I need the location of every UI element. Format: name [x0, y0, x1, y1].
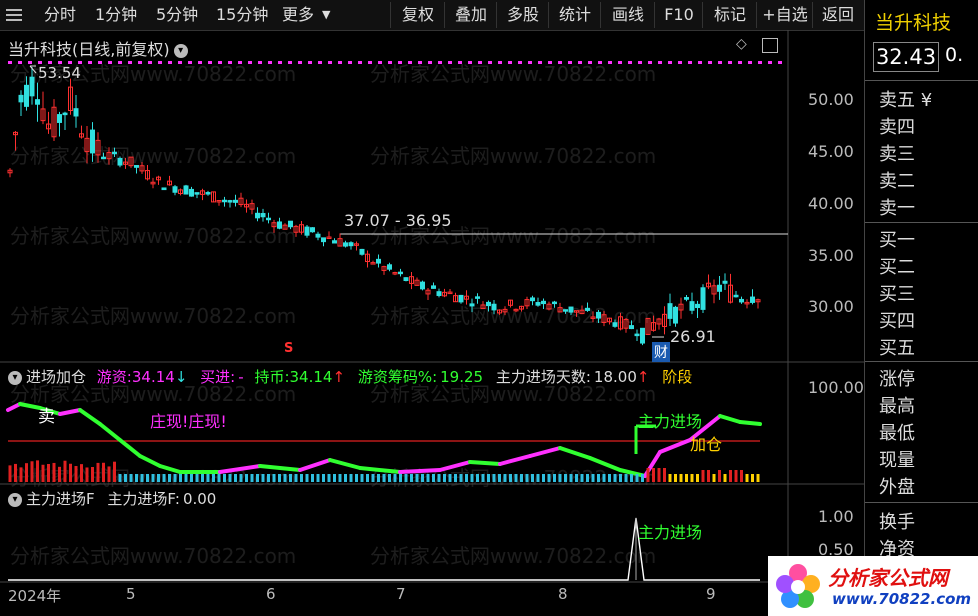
window-toggle-icon[interactable]	[762, 38, 778, 53]
indicator2-header: ▾ 主力进场F 主力进场F: 0.00	[8, 488, 216, 509]
x-label-2024: 2024年	[8, 587, 62, 605]
x-label-5: 5	[126, 585, 136, 603]
logo-url: www.70822.com	[832, 590, 972, 608]
stage-label: 阶段	[662, 368, 693, 386]
low-label: 最低	[879, 423, 915, 444]
high-price-label: 53.54	[38, 64, 81, 82]
turnover-label: 换手	[879, 512, 915, 533]
jiacang-text: 加仓	[690, 435, 723, 454]
sell4-label: 卖四	[879, 117, 915, 138]
x-label-8: 8	[558, 585, 568, 603]
down-arrow-icon: ↓	[174, 368, 188, 386]
up-arrow-icon: ↑	[636, 368, 650, 386]
divider	[865, 361, 978, 362]
divider	[865, 222, 978, 223]
x-label-7: 7	[396, 585, 406, 603]
up-arrow-icon: ↑	[332, 368, 346, 386]
current-price: 32.43	[873, 42, 939, 72]
flower-logo-icon	[776, 564, 820, 608]
chevron-down-icon[interactable]: ▾	[8, 492, 22, 507]
kline-chart-area[interactable]	[0, 0, 864, 616]
indicator1-name[interactable]: 进场加仓	[26, 368, 86, 386]
price-change: 0.	[945, 44, 964, 66]
sell5-label: 卖五 ¥	[879, 90, 933, 111]
chevron-down-icon[interactable]: ▾	[8, 370, 22, 385]
ind2-y-tick-1: 1.00	[818, 507, 854, 526]
buy3-label: 买三	[879, 284, 915, 305]
site-logo: 分析家公式网 www.70822.com	[768, 556, 978, 616]
buy-label: 买进:	[200, 368, 236, 386]
chip-value: 19.25	[440, 368, 484, 386]
finance-badge[interactable]: 财	[652, 342, 670, 362]
high-label: 最高	[879, 396, 915, 417]
sell-text: 卖	[38, 407, 55, 427]
buy4-label: 买四	[879, 311, 915, 332]
outer-volume-label: 外盘	[879, 477, 915, 498]
chip-label: 游资筹码%:	[357, 368, 438, 386]
ind1-y-tick: 100.00	[808, 378, 864, 397]
x-label-9: 9	[706, 585, 716, 603]
range-price-label: 37.07 - 36.95	[344, 211, 452, 230]
buy2-label: 买二	[879, 257, 915, 278]
hold-value: 34.14	[289, 368, 333, 386]
indicator2-name[interactable]: 主力进场F	[26, 490, 95, 508]
divider	[865, 502, 978, 503]
y-tick-35: 35.00	[808, 246, 854, 265]
y-tick-50: 50.00	[808, 90, 854, 109]
y-tick-40: 40.00	[808, 194, 854, 213]
sell-signal-marker: S	[284, 341, 294, 356]
buy1-label: 买一	[879, 230, 915, 251]
divider	[865, 80, 978, 81]
sell2-label: 卖二	[879, 171, 915, 192]
diamond-icon[interactable]: ◇	[736, 36, 747, 52]
buy5-label: 买五	[879, 338, 915, 359]
youzi-label: 游资:	[96, 368, 132, 386]
zhuli-text: 主力进场	[638, 412, 703, 431]
chevron-down-icon[interactable]: ▾	[173, 43, 188, 58]
signal-dot-row	[8, 61, 782, 64]
indicator2-value-label: 主力进场F:	[107, 490, 180, 508]
zhuli-annotation: 主力进场	[638, 523, 703, 542]
y-tick-30: 30.00	[808, 297, 854, 316]
stock-name: 当升科技	[875, 12, 952, 34]
limit-up-label: 涨停	[879, 369, 915, 390]
days-label: 主力进场天数:	[495, 368, 591, 386]
indicator1-header: ▾ 进场加仓 游资:34.14↓ 买进: - 持币:34.14↑ 游资筹码%: 19.…	[8, 366, 692, 387]
x-label-6: 6	[266, 585, 276, 603]
quote-sidebar: 当升科技 32.43 0. 卖五 ¥ 卖四 卖三 卖二 卖一 买一 买二 买三 …	[864, 0, 978, 616]
buy-value: -	[238, 368, 244, 386]
main-chart-title-text: 当升科技(日线,前复权)	[8, 40, 170, 59]
logo-title: 分析家公式网	[828, 566, 948, 590]
high-arrow	[29, 65, 37, 74]
sell3-label: 卖三	[879, 144, 915, 165]
hold-label: 持币:	[254, 368, 290, 386]
y-tick-45: 45.00	[808, 142, 854, 161]
main-chart-title[interactable]: 当升科技(日线,前复权) ▾	[8, 36, 188, 60]
low-price-label: 26.91	[670, 327, 716, 346]
indicator2-value: 0.00	[182, 490, 217, 508]
candlestick-series	[7, 67, 761, 346]
sell1-label: 卖一	[879, 198, 915, 219]
days-value: 18.00	[593, 368, 637, 386]
current-volume-label: 现量	[879, 450, 915, 471]
zhuang-text: 庄现!庄现!	[150, 412, 227, 431]
youzi-value: 34.14	[131, 368, 175, 386]
